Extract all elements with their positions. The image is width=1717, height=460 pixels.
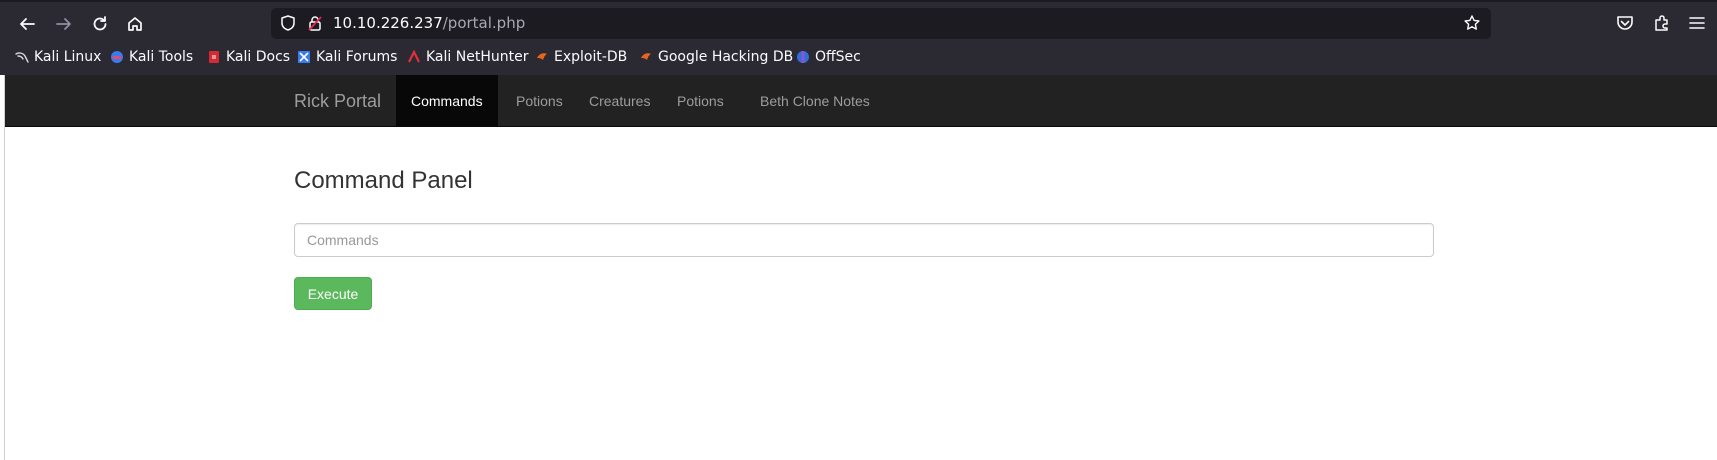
nethunter-icon [408,50,420,63]
nav-tab-potions[interactable]: Potions [501,75,578,126]
bookmark-star-icon[interactable] [1463,14,1481,32]
nav-tab-creatures[interactable]: Creatures [574,75,665,126]
commands-input[interactable] [294,223,1434,257]
nav-tab-potions-2[interactable]: Potions [662,75,739,126]
ghdb-icon [641,53,651,60]
browser-chrome: 10.10.226.237/portal.php Kali Linux Kali… [0,0,1717,75]
bookmark-label: Kali Forums [316,49,398,65]
top-navbar: Rick Portal Commands Potions Creatures P… [5,75,1717,127]
bookmark-kali-linux[interactable]: Kali Linux [15,49,101,65]
kali-forums-icon [298,51,310,63]
address-bar[interactable]: 10.10.226.237/portal.php [271,8,1491,39]
nav-tab-beth-clone-notes[interactable]: Beth Clone Notes [745,75,885,126]
shield-icon[interactable] [279,14,297,32]
kali-docs-icon [209,51,219,63]
nav-tab-commands[interactable]: Commands [396,75,498,126]
page-title: Command Panel [294,167,473,194]
offsec-icon [797,51,809,63]
forward-button[interactable] [49,9,79,39]
bookmarks-toolbar: Kali Linux Kali Tools Kali Docs Kali For… [0,46,1717,72]
back-button[interactable] [12,9,42,39]
bookmark-label: Kali Tools [129,49,194,65]
pocket-icon[interactable] [1615,13,1635,33]
bookmark-label: Kali Linux [34,49,102,65]
bookmark-label: Exploit-DB [554,49,628,65]
window-top-edge [0,0,1717,2]
bookmark-kali-forums[interactable]: Kali Forums [297,49,397,65]
bookmark-kali-docs[interactable]: Kali Docs [207,49,290,65]
bookmark-label: Kali Docs [226,49,291,65]
menu-hamburger-icon[interactable] [1687,13,1707,33]
arrow-left-icon [20,18,35,30]
url-path: /portal.php [442,14,526,32]
reload-icon [93,16,107,31]
home-button[interactable] [120,9,150,39]
home-icon [128,17,142,31]
execute-button[interactable]: Execute [294,277,372,310]
insecure-lock-icon[interactable] [306,14,324,32]
url-host: 10.10.226.237 [333,14,443,32]
bookmark-kali-nethunter[interactable]: Kali NetHunter [407,49,528,65]
bookmark-kali-tools[interactable]: Kali Tools [110,49,193,65]
kali-dragon-icon [15,52,29,63]
kali-tools-icon [111,51,123,63]
exploit-db-icon [537,53,547,60]
url-text[interactable]: 10.10.226.237/portal.php [333,14,525,32]
bookmark-offsec[interactable]: OffSec [796,49,861,65]
bookmark-label: Google Hacking DB [658,49,794,65]
reload-button[interactable] [85,9,115,39]
extensions-puzzle-icon[interactable] [1652,13,1672,33]
navbar-brand[interactable]: Rick Portal [294,91,381,112]
bookmark-google-hacking-db[interactable]: Google Hacking DB [639,49,793,65]
bookmark-exploit-db[interactable]: Exploit-DB [535,49,627,65]
arrow-right-icon [56,18,71,30]
page-viewport: Rick Portal Commands Potions Creatures P… [4,75,1717,460]
bookmark-label: OffSec [815,49,861,65]
bookmark-label: Kali NetHunter [426,49,529,65]
